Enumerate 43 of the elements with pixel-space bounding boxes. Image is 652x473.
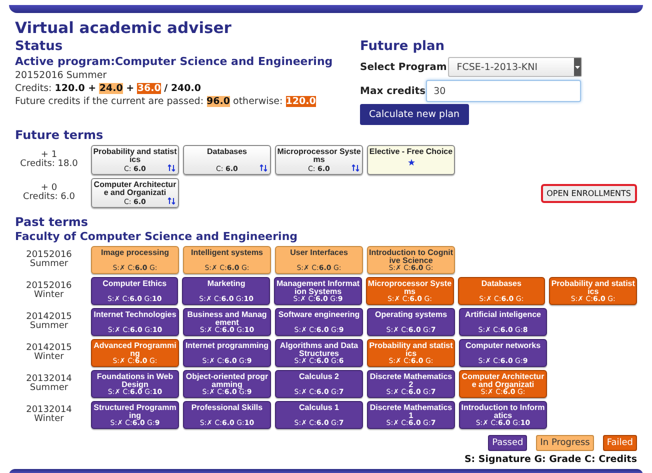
past-terms-heading: Past terms xyxy=(15,215,90,229)
term-year: 20152016 xyxy=(26,282,72,291)
faculty-heading: Faculty of Computer Science and Engineering xyxy=(15,230,299,243)
caret-icon xyxy=(574,66,580,68)
elective-tile[interactable]: Elective - Free Choice xyxy=(367,145,455,175)
max-credits-input[interactable]: 30 xyxy=(426,80,581,102)
term-season: Winter xyxy=(34,415,64,424)
future-credits: Future credits if the current are passed: 96.0 otherwise: 120.0 xyxy=(15,96,317,107)
term-season: Summer xyxy=(30,384,68,393)
max-credits-label: Max credits xyxy=(360,86,426,96)
term-year: 20142015 xyxy=(26,344,72,353)
term-year: 20132014 xyxy=(26,375,72,384)
program-select[interactable]: FCSE-1-2013-KNI xyxy=(448,57,582,77)
term-credits: Credits: 18.0 xyxy=(20,160,78,169)
status-heading: Status xyxy=(15,39,64,54)
term-year: 20142015 xyxy=(26,313,72,322)
future-terms-heading: Future terms xyxy=(15,128,104,142)
star-icon xyxy=(408,159,414,166)
term-step: + 0 xyxy=(40,184,58,193)
legend-badge: Passed xyxy=(488,435,528,451)
legend-badge: Failed xyxy=(602,435,637,451)
term-credits: Credits: 6.0 xyxy=(23,193,75,202)
term-season: Winter xyxy=(34,291,64,300)
term-step: + 1 xyxy=(40,151,58,160)
legend-badge: In Progress xyxy=(536,435,594,451)
calculate-button[interactable]: Calculate new plan xyxy=(360,104,469,125)
open-enrollments-button[interactable]: OPEN ENROLLMENTS xyxy=(540,184,637,202)
term-year: 20152016 xyxy=(26,251,72,260)
legend-key: S: Signature G: Grade C: Credits xyxy=(15,454,637,465)
active-program: Active program:Computer Science and Engineering xyxy=(15,55,334,68)
page-title: Virtual academic adviser xyxy=(15,19,232,37)
future-plan-heading: Future plan xyxy=(360,39,446,54)
select-program-label: Select Program xyxy=(360,62,447,72)
credits-summary: Credits: 120.0 + 24.0 + 36.0 / 240.0 xyxy=(15,83,202,94)
swap-icon[interactable] xyxy=(168,164,175,172)
term-season: Winter xyxy=(34,353,64,362)
term-season: Summer xyxy=(30,260,68,269)
swap-icon[interactable] xyxy=(168,197,175,205)
term-season: Summer xyxy=(30,322,68,331)
term-year: 20132014 xyxy=(26,406,72,415)
swap-icon[interactable] xyxy=(352,164,359,172)
swap-icon[interactable] xyxy=(260,164,267,172)
current-term: 20152016 Summer xyxy=(15,70,108,81)
